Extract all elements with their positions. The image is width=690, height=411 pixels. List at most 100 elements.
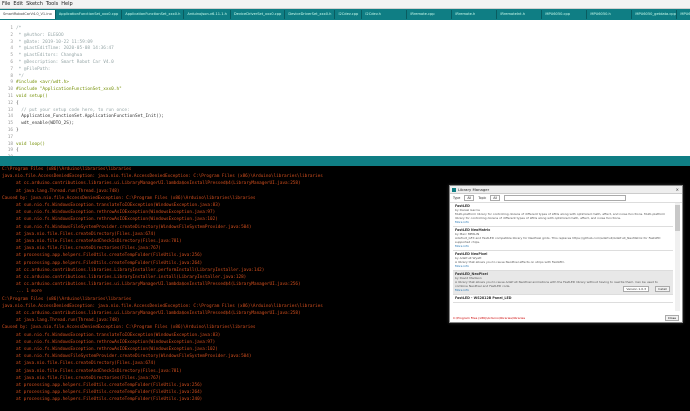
menu-item-sketch[interactable]: Sketch (26, 1, 43, 7)
console-line: at sun.nio.fs.WindowsException.rethrowAs… (16, 341, 215, 345)
library-description: Adafruit_GFX and FastLED compatible libr… (455, 236, 671, 244)
console-line: at processing.app.helpers.FileUtils.crea… (16, 254, 202, 258)
console-line: at sun.nio.fs.WindowsException.rethrowAs… (16, 348, 218, 352)
library-entry[interactable]: FastLED NeoPixelby Adafruit WyattA libra… (453, 251, 673, 271)
editor-tab[interactable]: MPU6050.cpp (542, 10, 587, 19)
editor-tab[interactable]: I2Cdev.cpp (335, 10, 362, 19)
console-line: at java.nio.file.Files.createDirectory(F… (16, 362, 156, 366)
menu-item-tools[interactable]: Tools (46, 1, 58, 7)
console-line: at sun.nio.fs.WindowsFileSystemProvider.… (16, 355, 251, 359)
line-number: 7 (0, 67, 13, 74)
console-line: java.nio.file.AccessDeniedException: jav… (2, 305, 323, 309)
dialog-title-bar: Library Manager × (450, 186, 682, 194)
console-line: at cc.arduino.contributions.libraries.ui… (16, 283, 301, 287)
code-line: * @Description: Smart Robot Car V4.0 (16, 60, 164, 67)
console-line: at cc.arduino.contributions.libraries.ui… (16, 312, 301, 316)
dialog-status-text: C:\Program Files (x86)\Arduino\libraries… (453, 316, 525, 320)
close-button[interactable]: Close (665, 315, 679, 321)
console-line: at cc.arduino.contributions.libraries.Li… (16, 276, 246, 280)
editor-tab[interactable]: ArduinoJson-v6.11.1.h (184, 10, 231, 19)
line-number: 12 (0, 101, 13, 108)
console-line: at java.nio.file.Files.createAndCheckIsD… (16, 370, 182, 374)
arduino-app-icon (452, 188, 456, 192)
line-number: 6 (0, 60, 13, 67)
console-line: at sun.nio.fs.WindowsFileSystemProvider.… (16, 226, 251, 230)
close-icon[interactable]: × (676, 186, 679, 193)
install-button[interactable]: Install (655, 286, 670, 292)
menu-item-help[interactable]: Help (61, 1, 72, 7)
console-line: at java.nio.file.Files.createAndCheckIsD… (16, 240, 182, 244)
code-line: * @LastEditors: Changhua (16, 53, 164, 60)
console-line: Caused by: java.nio.file.AccessDeniedExc… (2, 197, 256, 201)
library-name: FastLED - WS2812B Panel_LED (455, 296, 671, 300)
type-label: Type (453, 196, 460, 200)
filter-bar: Type All Topic All (450, 194, 682, 203)
code-area[interactable]: /* * @Author: ELEGOO * @Date: 2019-10-22… (16, 26, 164, 169)
editor-tab[interactable]: MPU6050_getdata.h (677, 10, 690, 19)
console-line: at sun.nio.fs.WindowsException.rethrowAs… (16, 211, 215, 215)
console-line: at cc.arduino.contributions.libraries.Li… (16, 269, 264, 273)
code-line: { (16, 101, 164, 108)
more-info-link[interactable]: More info (455, 264, 671, 268)
console-line: at java.nio.file.Files.createDirectory(F… (16, 233, 156, 237)
editor-tab[interactable]: MPU6050.h (587, 10, 632, 19)
line-number: 5 (0, 53, 13, 60)
console-line: at processing.app.helpers.FileUtils.crea… (16, 384, 202, 388)
library-list[interactable]: FastLEDby Daniel GarciaMulti-platform li… (453, 203, 673, 311)
topic-select[interactable]: All (490, 195, 500, 201)
type-select[interactable]: All (464, 195, 474, 201)
editor-tab[interactable]: DeviceDriverSet_xxx0.h (285, 10, 335, 19)
more-info-link[interactable]: More info (455, 244, 671, 248)
dialog-title: Library Manager (458, 187, 489, 192)
editor-tab[interactable]: SmartRobotCarV4.0_V1.ino (0, 10, 56, 19)
console-line: at java.lang.Thread.run(Thread.java:748) (16, 319, 119, 323)
library-description: Multi-platform library for controlling d… (455, 212, 671, 220)
console-line: java.nio.file.AccessDeniedException: jav… (2, 175, 323, 179)
topic-label: Topic (478, 196, 486, 200)
library-entry[interactable]: FastLED - WS2812B Panel_LED (453, 295, 673, 303)
editor-tab[interactable]: IRremoteInt.h (497, 10, 542, 19)
library-entry[interactable]: FastLEDby Daniel GarciaMulti-platform li… (453, 203, 673, 227)
editor-tab[interactable]: IRremote.cpp (407, 10, 452, 19)
editor-tab[interactable]: DeviceDriverSet_xxx0.cpp (231, 10, 285, 19)
code-line: #include "ApplicationFunctionSet_xxx0.h" (16, 87, 164, 94)
tab-bar: SmartRobotCarV4.0_V1.inoApplicationFunct… (0, 9, 690, 20)
menu-item-edit[interactable]: Edit (13, 1, 23, 7)
status-bar (0, 156, 690, 166)
console-line: ... 1 more (16, 290, 42, 294)
library-manager-dialog: Library Manager × Type All Topic All Fas… (449, 185, 683, 323)
console-line: at cc.arduino.contributions.libraries.ui… (16, 182, 301, 186)
editor-tab[interactable]: MPU6050_getdata.cpp (632, 10, 677, 19)
console-line: at java.nio.file.Files.createDirectories… (16, 247, 161, 251)
console-line: at java.nio.file.Files.createDirectories… (16, 377, 161, 381)
console-line: at processing.app.helpers.FileUtils.crea… (16, 398, 202, 402)
search-input[interactable] (504, 195, 626, 201)
console-line: at sun.nio.fs.WindowsException.rethrowAs… (16, 218, 218, 222)
line-number: 17 (0, 135, 13, 142)
console-line: at processing.app.helpers.FileUtils.crea… (16, 262, 202, 266)
editor-tab[interactable]: I2Cdev.h (362, 10, 407, 19)
line-number: 11 (0, 94, 13, 101)
console-line: at processing.app.helpers.FileUtils.crea… (16, 391, 202, 395)
editor-tab[interactable]: ApplicationFunctionSet_xxx0.h (122, 10, 184, 19)
more-info-link[interactable]: More info (455, 220, 671, 224)
editor-tab[interactable]: IRremote.h (452, 10, 497, 19)
line-number: 1 (0, 26, 13, 33)
menu-item-file[interactable]: File (2, 1, 10, 7)
code-line (16, 135, 164, 142)
menu-bar: FileEditSketchToolsHelp (0, 0, 690, 9)
code-line: { (16, 148, 164, 155)
editor-tab[interactable]: ApplicationFunctionSet_xxx0.cpp (56, 10, 122, 19)
scrollbar-thumb[interactable] (675, 205, 680, 231)
library-entry[interactable]: FastLED NeoMatrixby Marc MERLINAdafruit_… (453, 227, 673, 251)
version-select[interactable]: Version 1.0.3 (623, 286, 649, 292)
code-line: } (16, 128, 164, 135)
library-entry[interactable]: FastLED_NeoPixelby David MadisonA librar… (453, 271, 673, 295)
console-line: Caused by: java.nio.file.AccessDeniedExc… (2, 326, 256, 330)
code-line: void setup() (16, 94, 164, 101)
console-line: C:\Program Files (x86)\Arduino\libraries… (2, 298, 131, 302)
code-line: * @Author: ELEGOO (16, 33, 164, 40)
code-editor[interactable]: 123456789101112131415161718192021 /* * @… (0, 20, 690, 156)
code-line: * @FilePath: (16, 67, 164, 74)
line-number: 15 (0, 121, 13, 128)
